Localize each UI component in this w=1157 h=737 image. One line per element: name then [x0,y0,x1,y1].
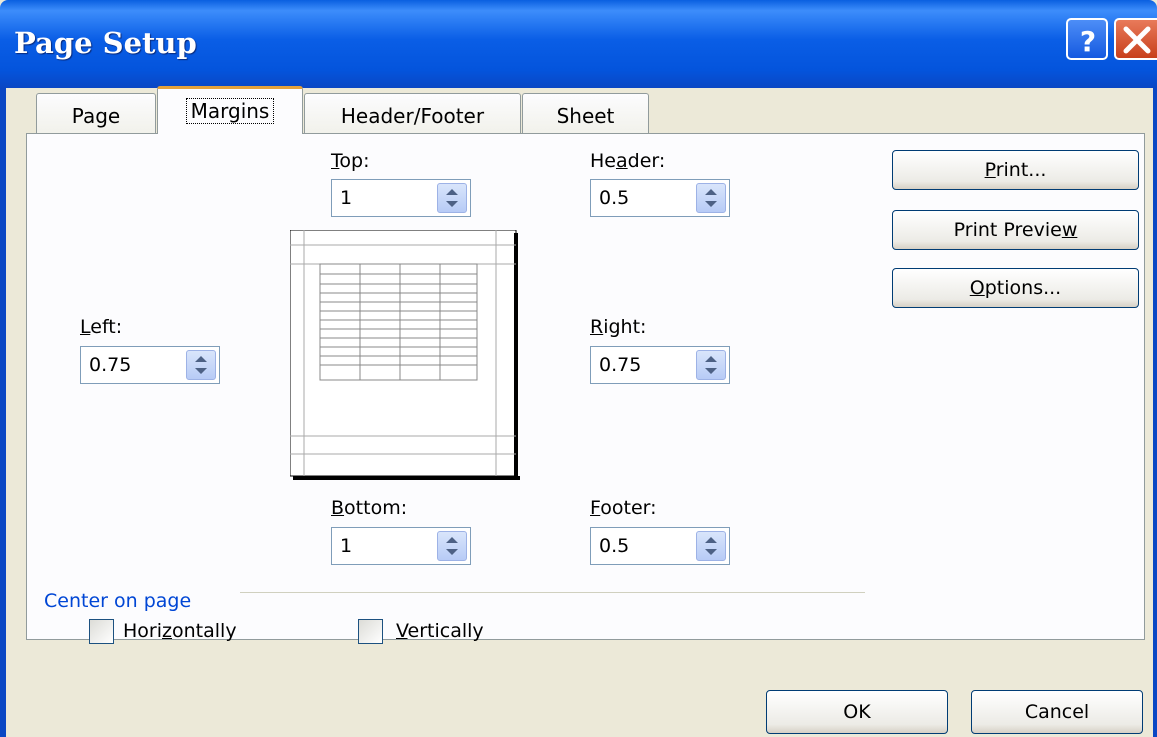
tab-margins[interactable]: Margins [157,86,303,134]
close-button[interactable] [1114,18,1157,60]
tab-page[interactable]: Page [36,93,156,135]
tab-margins-label: Margins [185,98,275,124]
window-border-right [1153,88,1157,737]
tab-header-footer-label: Header/Footer [340,104,485,128]
tab-sheet-label: Sheet [556,104,615,128]
svg-text:?: ? [1080,25,1096,58]
margins-panel [26,133,1145,640]
help-icon: ? [1080,25,1096,58]
tab-page-label: Page [71,104,121,128]
tab-sheet[interactable]: Sheet [522,93,649,135]
help-button[interactable]: ? [1066,18,1108,60]
tab-header-footer[interactable]: Header/Footer [304,93,521,135]
close-icon [1123,26,1151,54]
title-bar: Page Setup ? [0,0,1157,88]
window-border-left [0,88,6,737]
window-title: Page Setup [14,26,197,60]
